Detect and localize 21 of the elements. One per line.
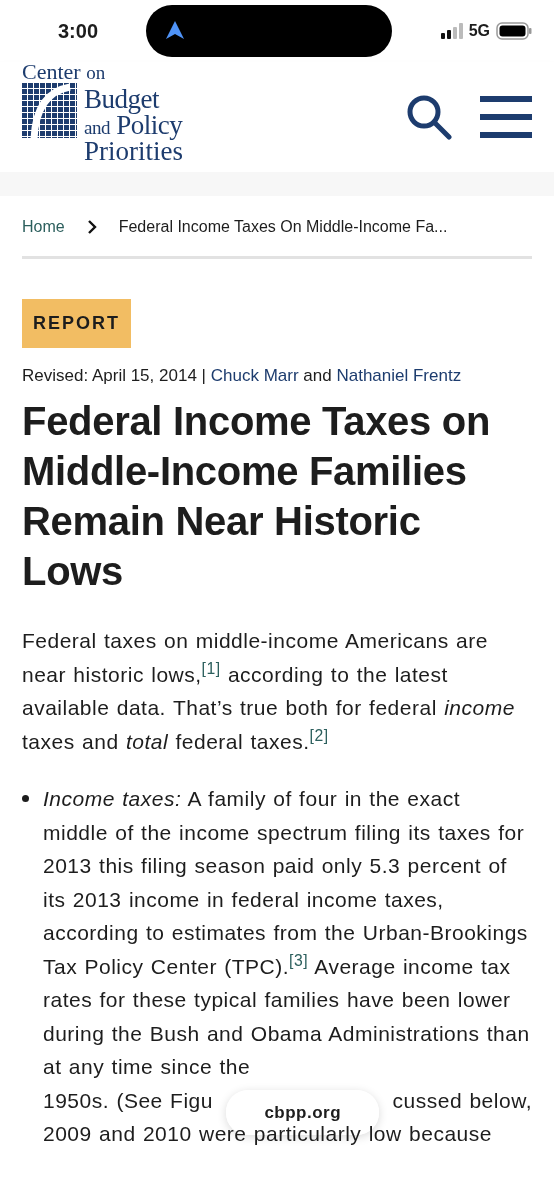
location-arrow-icon	[166, 21, 185, 41]
author-link[interactable]: Nathaniel Frentz	[336, 366, 462, 385]
bullet-dot	[22, 795, 29, 802]
site-logo[interactable]: Center on Budget and Policy Priorities	[22, 61, 183, 165]
report-tag: REPORT	[22, 299, 131, 348]
search-button[interactable]	[406, 94, 452, 140]
article-title: Federal Income Taxes on Middle-Income Families Remain Near Historic Lows	[22, 398, 492, 595]
intro-paragraph: Federal taxes on middle-income Americans are near historic lows,$^{[1]}$ according to the latest available data. That’s true both for federal income taxes and total federal taxes.$^{[2]}$	[22, 628, 516, 755]
breadcrumb-link[interactable]: Home	[22, 218, 65, 236]
paragraph-text: cussed below,	[392, 1087, 532, 1114]
author-link[interactable]: Chuck Marr	[210, 366, 299, 385]
menu-button[interactable]	[480, 96, 532, 138]
network-label: 5G	[468, 22, 490, 40]
signal-icon	[440, 23, 463, 39]
paragraph-text: 1950s. (See Figu	[43, 1087, 213, 1114]
grid-arch-icon	[22, 82, 78, 139]
chevron-right-icon	[86, 220, 97, 234]
breadcrumb-current[interactable]: Federal Income Taxes On Middle-Income Fa...	[118, 218, 448, 236]
clock-time: 3:00	[58, 19, 99, 43]
battery-icon	[496, 22, 532, 40]
byline: Revised: April 15, 2014 | Chuck Marr and Nathaniel Frentz	[22, 366, 463, 386]
